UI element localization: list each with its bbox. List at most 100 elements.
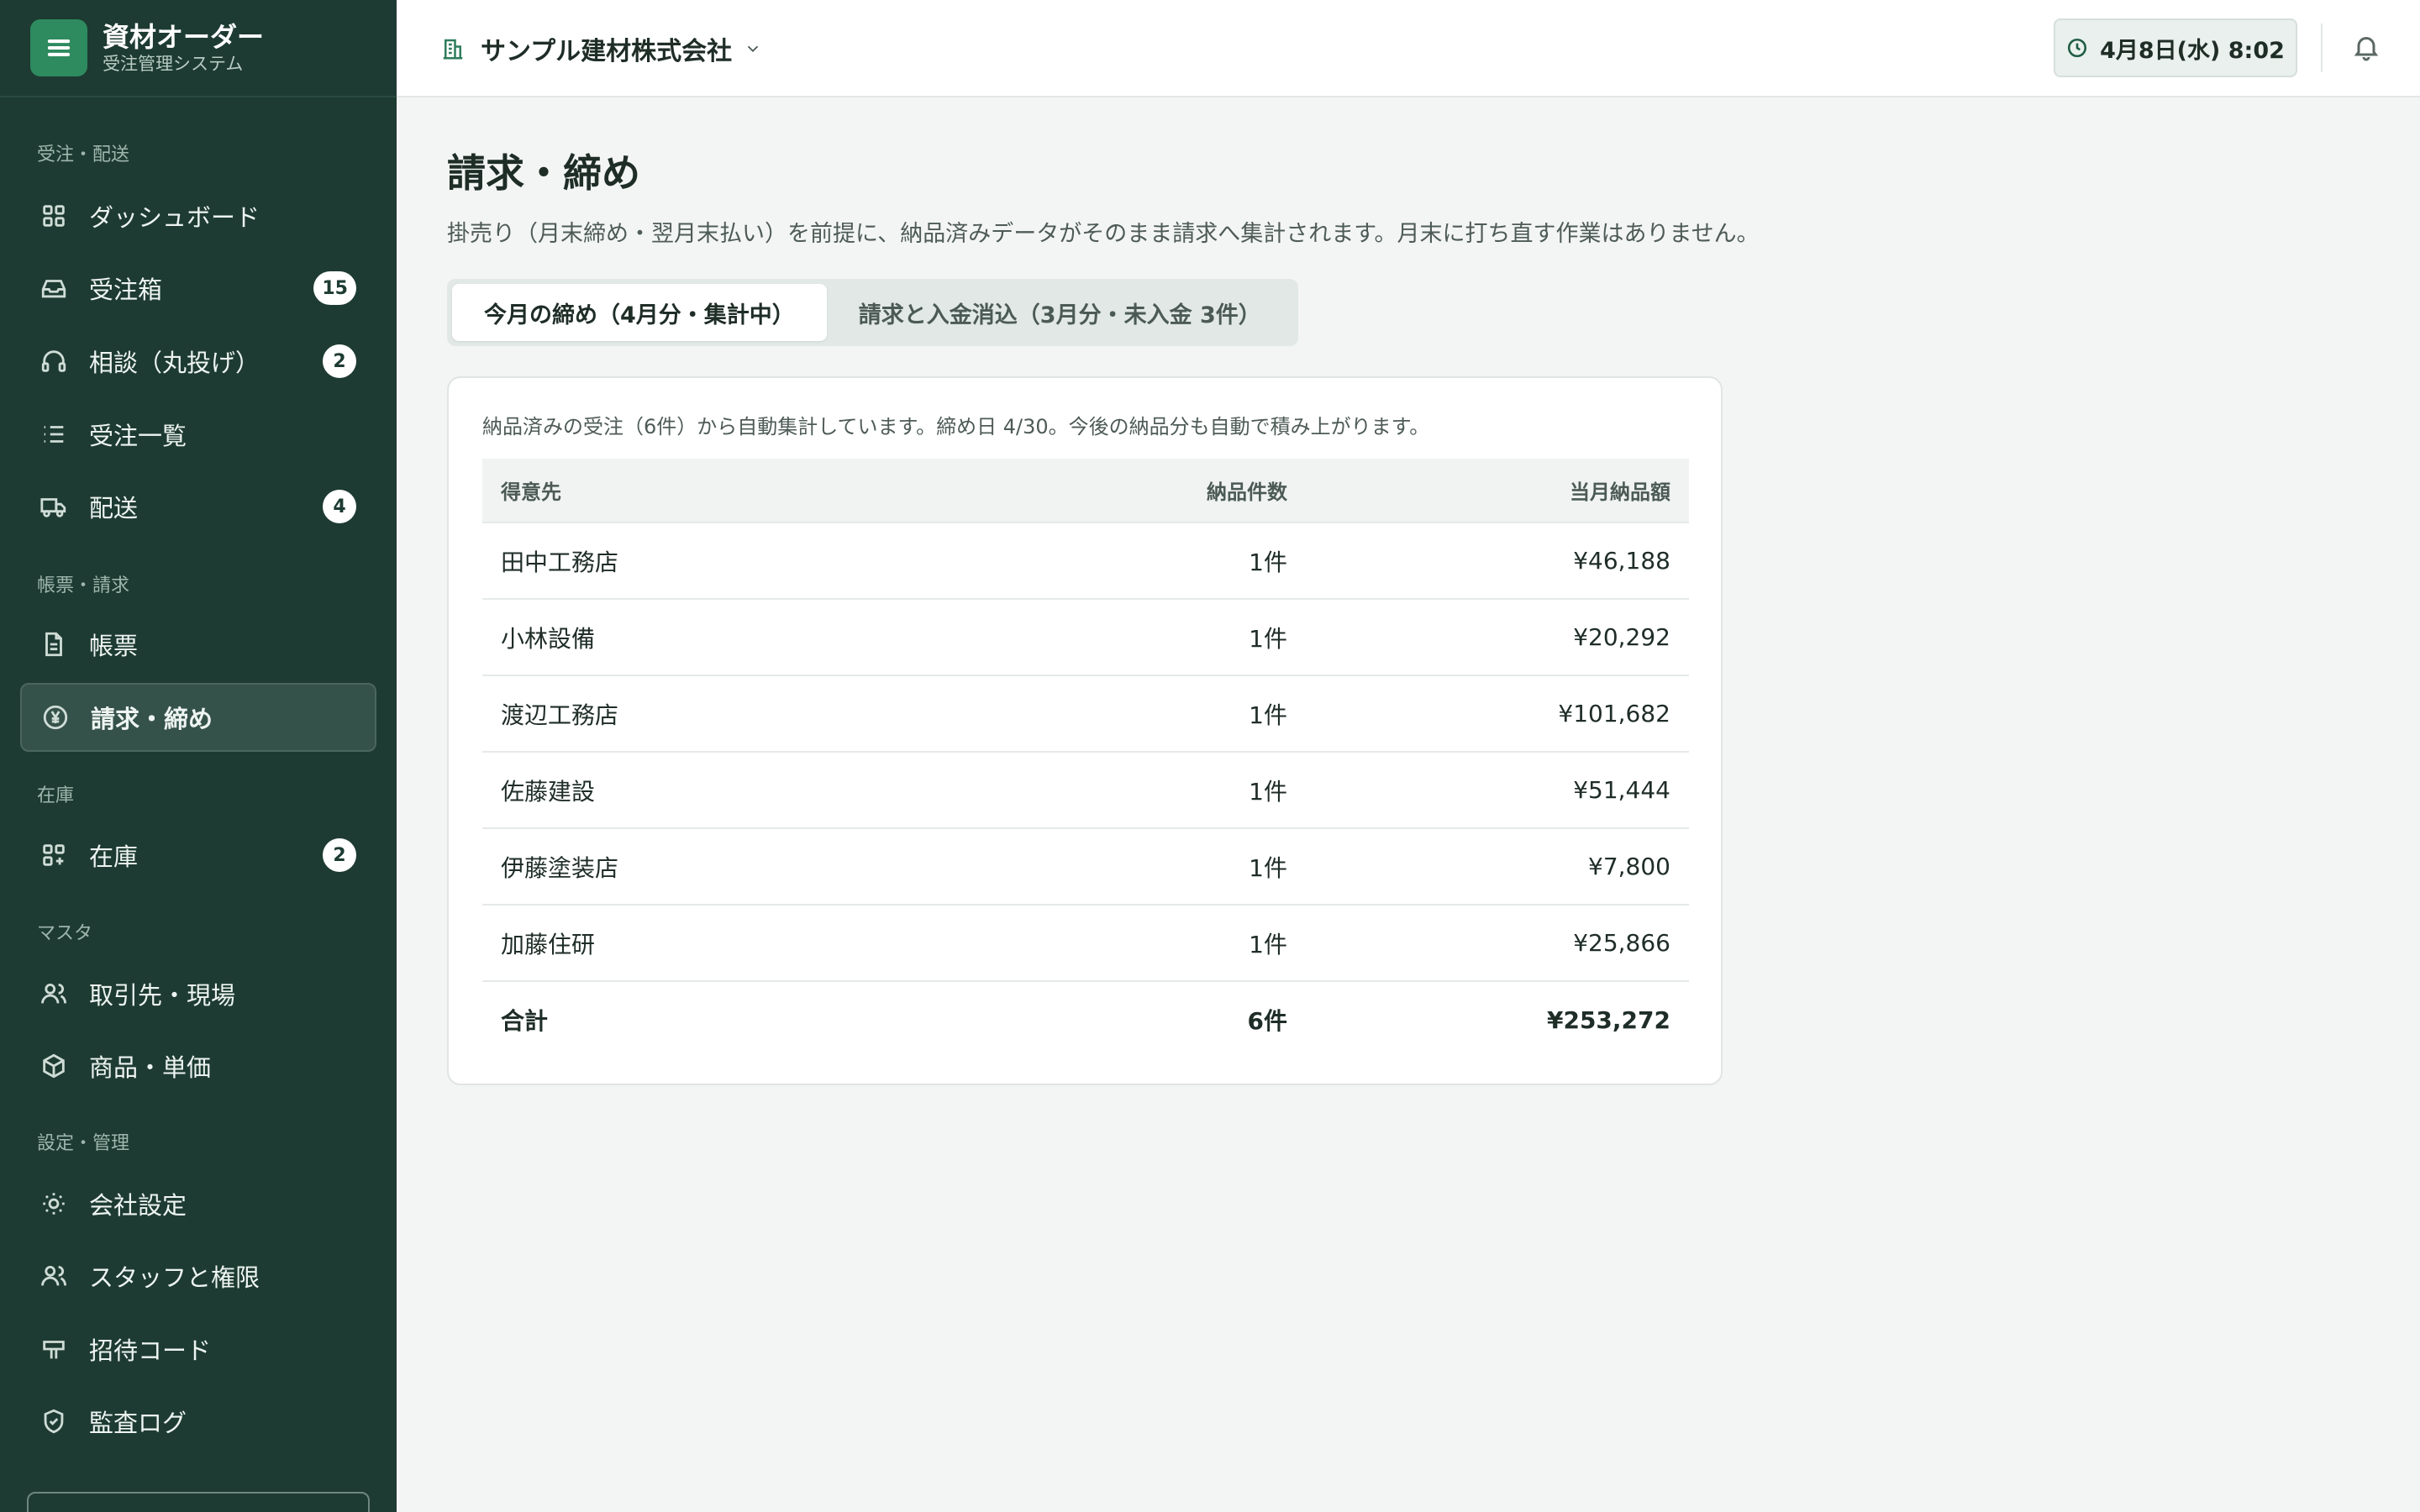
grid-plus-icon <box>39 840 69 870</box>
sidebar-item-label: 監査ログ <box>89 1409 187 1437</box>
customer-name: 伊藤塗装店 <box>482 827 953 905</box>
menu-icon[interactable] <box>30 19 87 76</box>
shield-check-icon <box>39 1406 69 1436</box>
delivery-count: 1件 <box>953 522 1306 599</box>
sidebar-item-stock[interactable]: 在庫 2 <box>20 821 376 890</box>
sidebar-item-label: 受注箱 <box>89 276 163 304</box>
sidebar-item-label: 会社設定 <box>89 1191 187 1220</box>
sidebar-item-label: 相談（丸投げ） <box>89 349 260 377</box>
delivery-count: 1件 <box>953 675 1306 752</box>
customer-name: 小林設備 <box>482 598 953 675</box>
tab-current-closing[interactable]: 今月の締め（4月分・集計中） <box>452 284 827 341</box>
brand-title: 資材オーダー <box>103 21 265 53</box>
brand-subtitle: 受注管理システム <box>103 54 244 74</box>
sidebar-item-order-list[interactable]: 受注一覧 <box>20 400 376 469</box>
table-total-row: 合計 6件 ¥253,272 <box>482 980 1689 1058</box>
table-row[interactable]: 伊藤塗装店 1件 ¥7,800 <box>482 827 1689 905</box>
sidebar-item-label: 請求・締め <box>91 705 213 733</box>
sidebar-item-documents[interactable]: 帳票 <box>20 610 376 679</box>
delivery-amount: ¥7,800 <box>1306 827 1689 905</box>
company-name: サンプル建材株式会社 <box>481 37 733 66</box>
delivery-count: 1件 <box>953 904 1306 981</box>
sidebar-item-clients[interactable]: 取引先・現場 <box>20 959 376 1028</box>
delivery-amount: ¥46,188 <box>1306 522 1689 599</box>
sidebar-item-label: 商品・単価 <box>89 1053 212 1082</box>
sidebar-item-billing[interactable]: 請求・締め <box>20 683 376 752</box>
bell-icon[interactable] <box>2351 32 2385 66</box>
total-amount: ¥253,272 <box>1306 980 1689 1058</box>
tab-invoice-reconcile[interactable]: 請求と入金消込（3月分・未入金 3件） <box>827 284 1293 341</box>
clock-icon <box>2068 38 2087 58</box>
tab-bar: 今月の締め（4月分・集計中） 請求と入金消込（3月分・未入金 3件） <box>447 279 1298 346</box>
customer-name: 加藤住研 <box>482 904 953 981</box>
box-icon <box>39 1051 69 1081</box>
customer-summary-table: 得意先 納品件数 当月納品額 田中工務店 1件 ¥46,188 小林設備 1件 … <box>482 459 1689 1058</box>
inbox-icon <box>39 273 69 303</box>
chevron-down-icon <box>747 45 759 53</box>
table-row[interactable]: 加藤住研 1件 ¥25,866 <box>482 904 1689 981</box>
building-icon <box>443 39 463 60</box>
sidebar-item-label: 帳票 <box>89 632 139 660</box>
sidebar-item-label: スタッフと権限 <box>89 1263 260 1292</box>
datetime-text: 4月8日(水) 8:02 <box>2100 37 2285 64</box>
sidebar-item-audit-log[interactable]: 監査ログ <box>20 1387 376 1456</box>
column-header-amount: 当月納品額 <box>1306 459 1689 522</box>
users-icon <box>39 979 69 1009</box>
sidebar: 資材オーダー 受注管理システム 受注・配送 ダッシュボード 受注箱 15 相談（… <box>0 0 397 1512</box>
sidebar-item-label: 取引先・現場 <box>89 981 236 1010</box>
sidebar-item-delivery[interactable]: 配送 4 <box>20 472 376 541</box>
table-row[interactable]: 小林設備 1件 ¥20,292 <box>482 598 1689 675</box>
sidebar-item-label: 受注一覧 <box>89 422 187 450</box>
customer-name: 田中工務店 <box>482 522 953 599</box>
section-label-settings: 設定・管理 <box>37 1133 130 1154</box>
table-row[interactable]: 田中工務店 1件 ¥46,188 <box>482 522 1689 599</box>
section-label-orders: 受注・配送 <box>37 144 130 165</box>
headset-icon <box>39 346 69 376</box>
total-count: 6件 <box>953 980 1306 1058</box>
customer-name: 渡辺工務店 <box>482 675 953 752</box>
sidebar-footer-button[interactable] <box>27 1492 370 1512</box>
closing-summary-card: 納品済みの受注（6件）から自動集計しています。締め日 4/30。今後の納品分も自… <box>447 376 1723 1085</box>
table-row[interactable]: 渡辺工務店 1件 ¥101,682 <box>482 675 1689 752</box>
sidebar-item-invite-code[interactable]: 招待コード <box>20 1315 376 1383</box>
sidebar-item-label: 招待コード <box>89 1336 212 1365</box>
sidebar-item-consult[interactable]: 相談（丸投げ） 2 <box>20 327 376 396</box>
sidebar-item-inbox[interactable]: 受注箱 15 <box>20 254 376 323</box>
grid-icon <box>39 201 69 231</box>
document-icon <box>39 629 69 659</box>
delivery-count: 1件 <box>953 827 1306 905</box>
page-description: 掛売り（月末締め・翌月末払い）を前提に、納品済みデータがそのまま請求へ集計されま… <box>447 221 1760 247</box>
table-header-row: 得意先 納品件数 当月納品額 <box>482 459 1689 522</box>
section-label-documents: 帳票・請求 <box>37 575 130 596</box>
delivery-amount: ¥25,866 <box>1306 904 1689 981</box>
sidebar-item-label: ダッシュボード <box>89 203 260 232</box>
sidebar-item-dashboard[interactable]: ダッシュボード <box>20 181 376 250</box>
list-icon <box>39 419 69 449</box>
truck-icon <box>39 491 69 522</box>
delivery-count: 1件 <box>953 751 1306 828</box>
aggregation-note: 納品済みの受注（6件）から自動集計しています。締め日 4/30。今後の納品分も自… <box>482 415 1430 438</box>
brand: 資材オーダー 受注管理システム <box>0 0 397 97</box>
total-label: 合計 <box>482 980 953 1058</box>
sidebar-item-staff[interactable]: スタッフと権限 <box>20 1242 376 1310</box>
sidebar-item-label: 配送 <box>89 494 139 522</box>
column-header-customer: 得意先 <box>482 459 953 522</box>
datetime-display: 4月8日(水) 8:02 <box>2054 18 2297 77</box>
section-label-stock: 在庫 <box>37 785 75 806</box>
column-header-count: 納品件数 <box>953 459 1306 522</box>
delivery-amount: ¥51,444 <box>1306 751 1689 828</box>
company-switcher[interactable]: サンプル建材株式会社 <box>440 30 762 67</box>
delivery-amount: ¥101,682 <box>1306 675 1689 752</box>
count-badge: 4 <box>323 490 356 523</box>
users-icon <box>39 1261 69 1291</box>
sidebar-item-products[interactable]: 商品・単価 <box>20 1032 376 1100</box>
count-badge: 2 <box>323 344 356 378</box>
table-row[interactable]: 佐藤建設 1件 ¥51,444 <box>482 751 1689 828</box>
signpost-icon <box>39 1334 69 1364</box>
count-badge: 15 <box>313 271 356 305</box>
header-divider <box>2321 24 2323 72</box>
sidebar-item-label: 在庫 <box>89 843 139 871</box>
sun-gear-icon <box>39 1189 69 1219</box>
count-badge: 2 <box>323 838 356 872</box>
sidebar-item-company-settings[interactable]: 会社設定 <box>20 1169 376 1238</box>
